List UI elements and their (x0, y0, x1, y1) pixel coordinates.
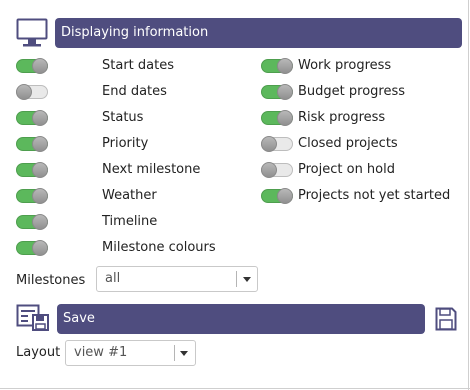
toggle-label: Risk progress (298, 110, 386, 125)
toggle-knob (32, 240, 48, 256)
toggle-switch[interactable] (16, 136, 48, 152)
floppy-disk-icon[interactable] (435, 307, 457, 331)
toggle-label: Work progress (298, 58, 392, 73)
milestones-label: Milestones (16, 273, 86, 288)
layout-select-value: view #1 (74, 345, 128, 360)
panel-border-bottom (0, 388, 470, 389)
toggle-label: Next milestone (102, 162, 201, 177)
layout-save-icon (16, 304, 50, 332)
toggle-label: Project on hold (298, 162, 395, 177)
toggle-knob (277, 58, 293, 74)
toggle-knob (32, 162, 48, 178)
toggle-switch[interactable] (16, 84, 48, 100)
toggle-knob (277, 84, 293, 100)
displaying-information-title: Displaying information (61, 25, 209, 40)
toggle-switch[interactable] (16, 110, 48, 126)
save-header: Save (57, 304, 425, 334)
toggle-label: Weather (102, 188, 157, 203)
toggle-label: End dates (102, 84, 167, 99)
toggle-switch[interactable] (16, 214, 48, 230)
toggle-knob (32, 214, 48, 230)
toggle-knob (277, 110, 293, 126)
toggle-switch[interactable] (261, 110, 293, 126)
milestones-select[interactable]: all (96, 266, 258, 292)
toggle-label: Status (102, 110, 144, 125)
toggle-knob (261, 162, 277, 178)
toggle-switch[interactable] (261, 58, 293, 74)
toggle-switch[interactable] (16, 188, 48, 204)
toggle-switch[interactable] (16, 162, 48, 178)
toggle-knob (32, 136, 48, 152)
toggle-knob (32, 58, 48, 74)
toggle-switch[interactable] (16, 58, 48, 74)
toggle-knob (277, 188, 293, 204)
toggle-label: Timeline (102, 214, 158, 229)
toggle-switch[interactable] (261, 136, 293, 152)
toggle-knob (261, 136, 277, 152)
chevron-down-icon[interactable] (243, 277, 251, 282)
toggle-label: Budget progress (298, 84, 406, 99)
monitor-icon (16, 18, 48, 48)
displaying-information-header: Displaying information (55, 18, 462, 48)
select-separator (236, 271, 237, 287)
toggle-switch[interactable] (261, 84, 293, 100)
chevron-down-icon[interactable] (180, 351, 188, 356)
toggle-switch[interactable] (261, 162, 293, 178)
toggle-label: Start dates (102, 58, 174, 73)
toggle-switch[interactable] (261, 188, 293, 204)
toggle-knob (16, 84, 32, 100)
toggle-knob (32, 110, 48, 126)
select-separator (174, 345, 175, 361)
milestones-select-value: all (105, 271, 121, 286)
toggle-label: Projects not yet started (298, 188, 451, 203)
toggle-label: Closed projects (298, 136, 398, 151)
toggle-label: Priority (102, 136, 149, 151)
toggle-knob (32, 188, 48, 204)
toggle-switch[interactable] (16, 240, 48, 256)
save-title: Save (63, 311, 95, 326)
layout-label: Layout (16, 345, 61, 360)
panel-border-right (468, 0, 469, 390)
toggle-label: Milestone colours (102, 240, 216, 255)
layout-select[interactable]: view #1 (65, 340, 196, 366)
